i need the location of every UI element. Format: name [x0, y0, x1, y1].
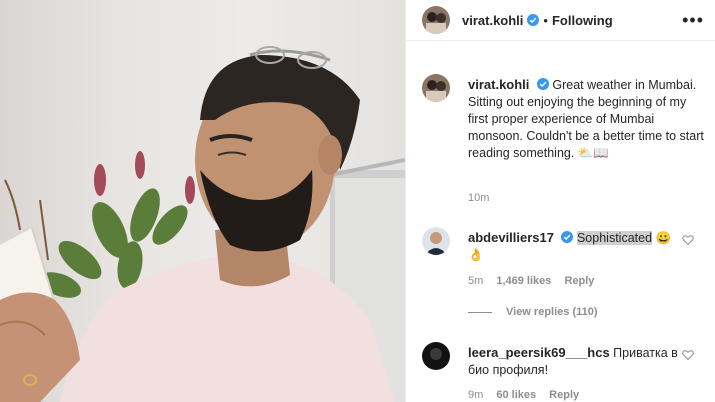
verified-badge-icon: [536, 78, 549, 90]
comment: leera_peersik69___hcs Приватка в био про…: [468, 344, 678, 379]
comment-time: 9m: [468, 389, 484, 401]
post-header: virat.kohli • Following •••: [406, 0, 715, 41]
comment-likes[interactable]: 1,469 likes: [496, 275, 551, 287]
verified-badge-icon: [527, 14, 540, 26]
post-photo[interactable]: [0, 0, 405, 402]
post-caption: virat.kohli Great weather in Mumbai. Sit…: [468, 76, 704, 162]
comment-username[interactable]: leera_peersik69___hcs: [468, 345, 610, 360]
view-replies-label[interactable]: View replies (110): [506, 306, 598, 318]
view-replies[interactable]: View replies (110): [468, 306, 715, 318]
comment-text: Sophisticated: [576, 231, 653, 245]
avatar-image: [422, 74, 450, 102]
avatar-image: [422, 6, 450, 34]
post-time: 10m: [468, 192, 490, 204]
comment-avatar[interactable]: [422, 342, 450, 370]
avatar-image: [422, 342, 450, 370]
caption-emojis: ⛅📖: [577, 146, 609, 160]
comment-avatar[interactable]: [422, 227, 450, 255]
comment: abdevilliers17 Sophisticated 😀 👌: [468, 229, 688, 264]
divider-line: [468, 311, 492, 313]
like-heart-icon[interactable]: [682, 234, 694, 246]
post-panel: virat.kohli • Following ••• virat.kohli …: [405, 0, 715, 402]
reply-button[interactable]: Reply: [549, 389, 579, 401]
comment-meta: 9m 60 likes Reply: [468, 389, 715, 401]
reply-button[interactable]: Reply: [564, 275, 594, 287]
verified-badge-icon: [561, 231, 574, 243]
header-username[interactable]: virat.kohli: [462, 13, 523, 28]
avatar[interactable]: [422, 6, 450, 34]
avatar-image: [422, 227, 450, 255]
more-options-icon[interactable]: •••: [682, 10, 704, 31]
comment-username[interactable]: abdevilliers17: [468, 230, 554, 245]
photo-illustration: [0, 46, 405, 402]
comment-time: 5m: [468, 275, 484, 287]
comment-meta: 5m 1,469 likes Reply: [468, 275, 715, 287]
caption-avatar[interactable]: [422, 74, 450, 102]
like-heart-icon[interactable]: [682, 349, 694, 361]
following-button[interactable]: Following: [552, 13, 613, 28]
caption-username[interactable]: virat.kohli: [468, 77, 529, 92]
header-separator: •: [543, 12, 548, 28]
comment-likes[interactable]: 60 likes: [496, 389, 536, 401]
